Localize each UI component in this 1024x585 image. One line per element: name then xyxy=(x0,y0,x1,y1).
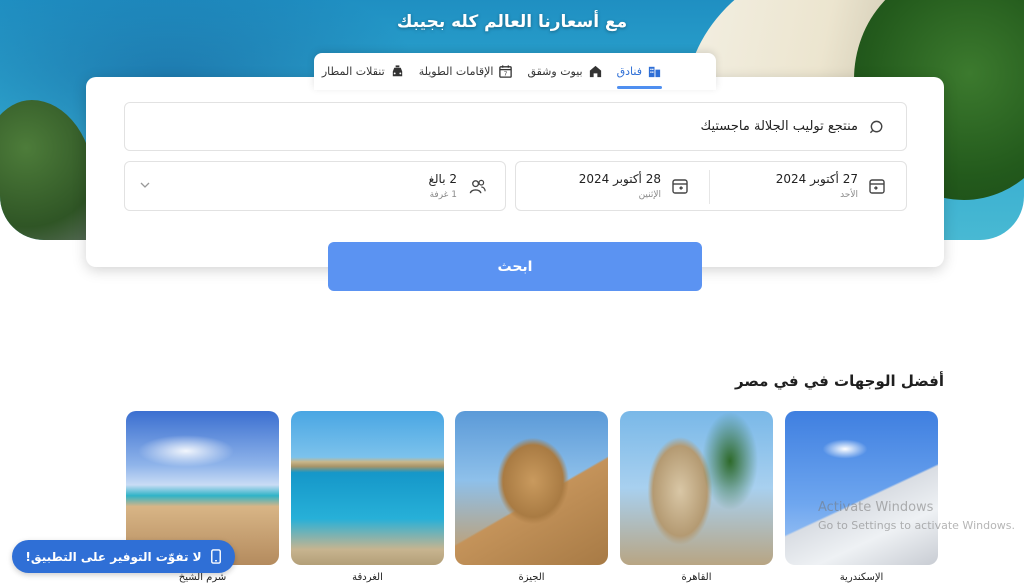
destination-label: الجيزة xyxy=(518,572,545,583)
svg-text:7: 7 xyxy=(504,72,508,78)
section-title: أفضل الوجهات في في مصر xyxy=(734,372,944,390)
destination-label: شرم الشيخ xyxy=(178,572,227,583)
checkout-weekday: الإثنين xyxy=(638,190,661,200)
checkin-date[interactable]: 27 أكتوبر 2024 الأحد xyxy=(710,162,906,210)
checkout-date-text: 28 أكتوبر 2024 xyxy=(578,172,661,186)
tab-long-stays[interactable]: 7 الإقامات الطويلة xyxy=(419,53,514,90)
destination-label: الإسكندرية xyxy=(839,572,884,583)
watermark-line1: Activate Windows xyxy=(818,500,934,515)
search-icon xyxy=(869,120,883,134)
search-button[interactable]: ابحث xyxy=(328,242,702,291)
guests-adults: 2 بالغ xyxy=(428,172,458,186)
tab-label: الإقامات الطويلة xyxy=(418,65,494,78)
guests-rooms: 1 غرفة xyxy=(429,190,457,200)
checkin-weekday: الأحد xyxy=(840,190,858,200)
tab-homes[interactable]: بيوت وشقق xyxy=(527,53,602,90)
home-icon xyxy=(589,65,601,78)
app-download-banner[interactable]: لا تفوّت التوفير على التطبيق! xyxy=(12,540,235,573)
chevron-down-icon xyxy=(140,182,150,188)
users-icon xyxy=(469,179,486,194)
watermark-line2: Go to Settings to activate Windows. xyxy=(818,519,1016,532)
destination-label: القاهرة xyxy=(681,572,712,583)
search-tabs: فنادق بيوت وشقق 7 الإقامات الطويلة تنقلا… xyxy=(314,53,716,90)
hero-title: مع أسعارنا العالم كله بجيبك xyxy=(396,12,628,32)
destination-card-alexandria[interactable] xyxy=(785,411,938,565)
tab-label: تنقلات المطار xyxy=(321,65,385,78)
app-banner-label: لا تفوّت التوفير على التطبيق! xyxy=(25,549,202,564)
tab-label: بيوت وشقق xyxy=(527,65,583,78)
page: مع أسعارنا العالم كله بجيبك فنادق بيوت و… xyxy=(0,0,1024,585)
destination-value: منتجع توليب الجلالة ماجستيك xyxy=(700,119,858,134)
calendar-checkin-icon xyxy=(869,179,885,194)
tab-hotels[interactable]: فنادق xyxy=(616,53,663,90)
taxi-icon xyxy=(392,65,402,77)
checkin-date-text: 27 أكتوبر 2024 xyxy=(775,172,858,186)
calendar-checkout-icon xyxy=(672,179,688,194)
calendar-stay-icon: 7 xyxy=(499,65,513,78)
destination-card-giza[interactable] xyxy=(455,411,608,565)
destination-label: الغردقة xyxy=(352,572,383,583)
hotel-icon xyxy=(648,66,661,78)
windows-watermark: Activate Windows Go to Settings to activ… xyxy=(818,499,1015,535)
tab-airport-transfers[interactable]: تنقلات المطار xyxy=(322,53,405,90)
dates-field[interactable]: 27 أكتوبر 2024 الأحد 28 أكتوبر 2024 الإث… xyxy=(515,161,907,211)
destination-card-cairo[interactable] xyxy=(620,411,773,565)
tab-label: فنادق xyxy=(616,65,642,78)
destination-card-hurghada[interactable] xyxy=(291,411,444,565)
phone-icon xyxy=(210,549,221,564)
guests-field[interactable]: 2 بالغ 1 غرفة xyxy=(124,161,506,211)
destination-field[interactable]: منتجع توليب الجلالة ماجستيك xyxy=(124,102,907,151)
checkout-date[interactable]: 28 أكتوبر 2024 الإثنين xyxy=(514,170,710,204)
